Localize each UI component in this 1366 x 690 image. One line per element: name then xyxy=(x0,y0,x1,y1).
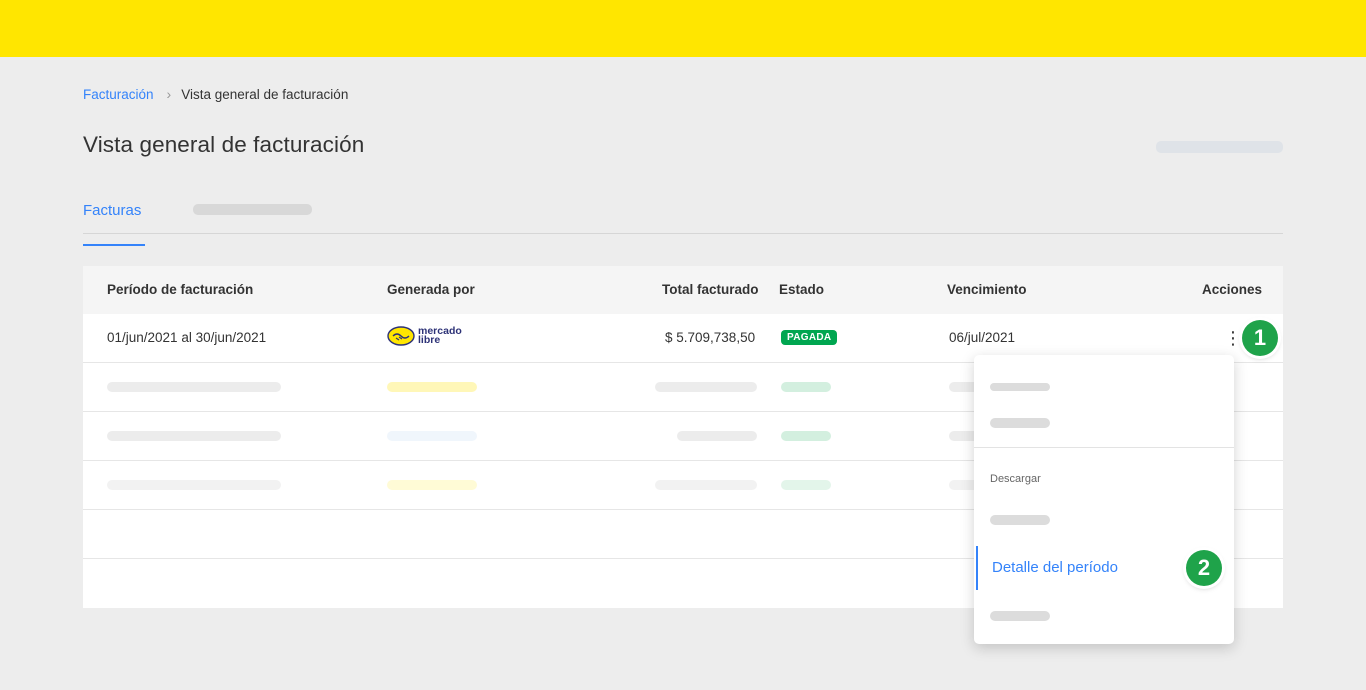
column-header-generated-by: Generada por xyxy=(387,282,475,297)
page-title: Vista general de facturación xyxy=(83,132,365,157)
actions-dropdown-menu: Descargar Detalle del período xyxy=(974,355,1234,644)
breadcrumb-link-facturacion[interactable]: Facturación xyxy=(83,87,154,102)
menu-item-placeholder[interactable] xyxy=(990,515,1050,525)
menu-item-label: Detalle del período xyxy=(992,559,1118,576)
placeholder-total xyxy=(677,431,757,441)
status-badge: PAGADA xyxy=(781,330,838,345)
breadcrumb-current: Vista general de facturación xyxy=(181,86,349,102)
placeholder-period xyxy=(107,480,281,490)
column-header-due: Vencimiento xyxy=(947,282,1027,297)
menu-item-placeholder[interactable] xyxy=(990,418,1050,428)
top-navigation-bar xyxy=(0,0,1366,57)
placeholder-total xyxy=(655,382,757,392)
placeholder-period xyxy=(107,431,281,441)
menu-divider xyxy=(974,447,1234,448)
placeholder-logo xyxy=(387,382,477,392)
tab-facturas[interactable]: Facturas xyxy=(83,202,145,246)
due-date-cell: 06/jul/2021 xyxy=(949,330,1016,345)
column-header-actions: Acciones xyxy=(1202,282,1263,297)
menu-item-placeholder[interactable] xyxy=(990,611,1050,621)
tab-placeholder xyxy=(193,204,312,215)
logo-wordmark: mercado libre xyxy=(418,325,462,346)
table-header: Período de facturación Generada por Tota… xyxy=(83,266,1283,314)
step-marker-2: 2 xyxy=(1186,550,1222,586)
breadcrumb: Facturación › Vista general de facturaci… xyxy=(83,86,348,102)
placeholder-status xyxy=(781,382,831,392)
total-cell: $ 5.709,738,50 xyxy=(665,330,756,345)
menu-section-label-descargar: Descargar xyxy=(990,473,1041,485)
handshake-icon xyxy=(387,326,415,346)
placeholder-logo xyxy=(387,480,477,490)
placeholder-period xyxy=(107,382,281,392)
step-marker-1: 1 xyxy=(1242,320,1278,356)
mercado-libre-logo: mercado libre xyxy=(387,326,462,346)
placeholder-total xyxy=(655,480,757,490)
column-header-period: Período de facturación xyxy=(107,282,254,297)
header-action-placeholder xyxy=(1156,141,1283,153)
placeholder-status xyxy=(781,431,831,441)
chevron-right-icon: › xyxy=(166,86,172,102)
column-header-total: Total facturado xyxy=(662,282,759,297)
column-header-status: Estado xyxy=(779,282,825,297)
menu-item-placeholder[interactable] xyxy=(990,383,1050,391)
placeholder-status xyxy=(781,480,831,490)
tabs-bar: Facturas xyxy=(83,190,1283,246)
period-cell: 01/jun/2021 al 30/jun/2021 xyxy=(107,330,267,345)
placeholder-logo xyxy=(387,431,477,441)
